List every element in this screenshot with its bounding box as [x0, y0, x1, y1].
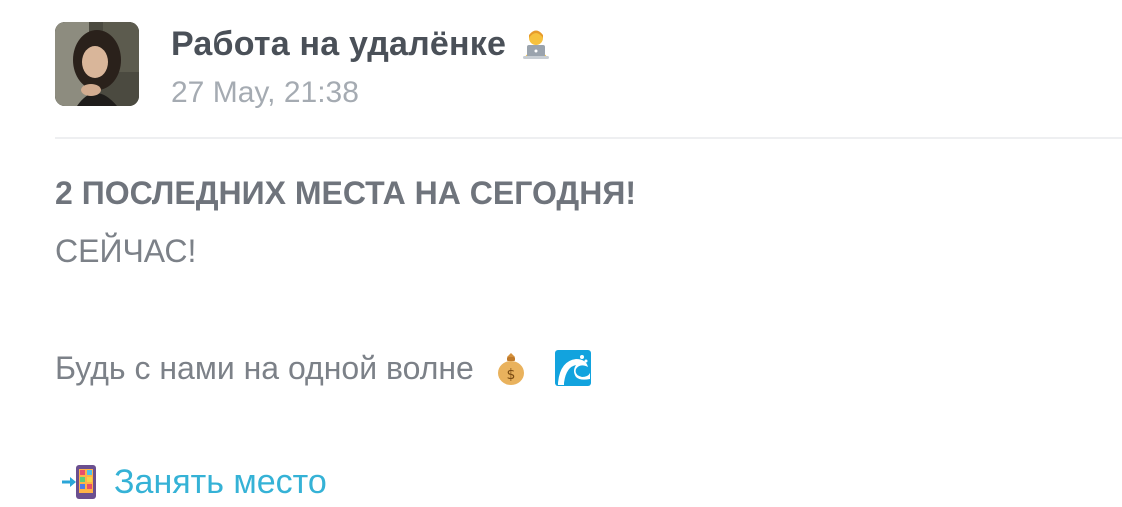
avatar[interactable]	[55, 22, 139, 106]
channel-name[interactable]: Работа на удалёнке	[171, 25, 506, 64]
post-subline: СЕЙЧАС!	[55, 233, 197, 269]
post-header: Работа на удалёнке 27 May, 21:38	[55, 22, 1122, 109]
water-wave-icon	[554, 349, 592, 387]
person-with-laptop-icon	[518, 26, 554, 62]
take-place-link-label[interactable]: Занять место	[114, 463, 327, 502]
header-divider	[55, 137, 1122, 139]
take-place-link[interactable]: Занять место	[60, 460, 327, 504]
avatar-image	[55, 22, 139, 106]
post-date: 27 May, 21:38	[171, 76, 359, 109]
post-headline: 2 ПОСЛЕДНИХ МЕСТА НА СЕГОДНЯ!	[55, 175, 636, 211]
post-body-text: Будь с нами на одной волне	[55, 349, 474, 386]
svg-text:$: $	[506, 367, 515, 383]
post-body-line: Будь с нами на одной волне $	[55, 346, 592, 390]
channel-title-row: Работа на удалёнке	[171, 22, 554, 66]
mobile-phone-arrow-icon	[60, 462, 100, 502]
money-bag-icon: $	[492, 349, 530, 387]
